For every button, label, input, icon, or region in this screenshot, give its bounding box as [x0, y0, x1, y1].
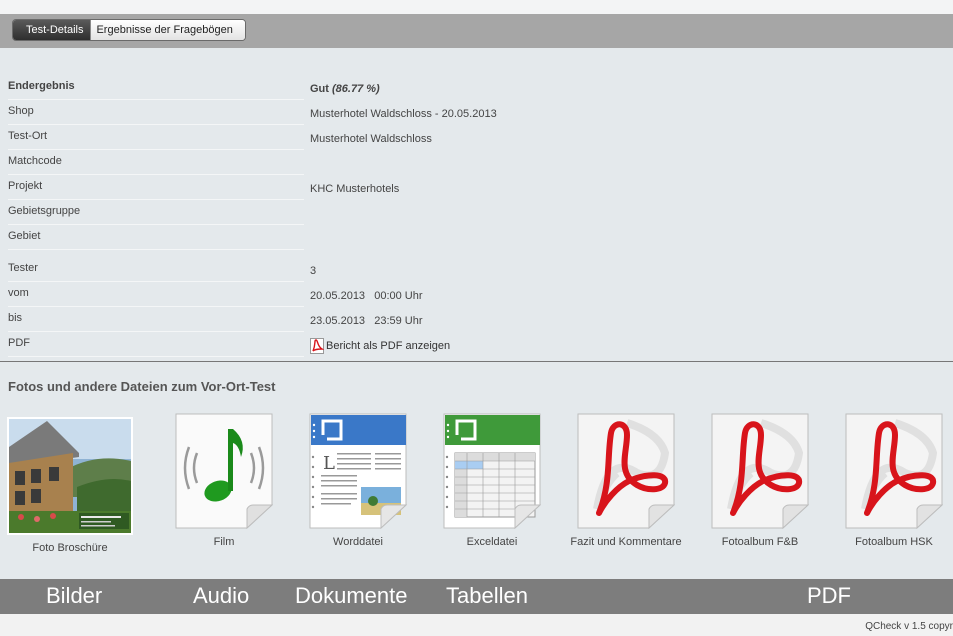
- file-worddatei[interactable]: L Worddatei: [291, 413, 425, 548]
- detail-value: Musterhotel Waldschloss - 20.05.2013: [310, 108, 497, 120]
- tab-test-details[interactable]: Test-Details: [13, 20, 91, 40]
- result-grade: Gut: [310, 83, 329, 95]
- detail-row-tester: Tester 3: [0, 257, 953, 282]
- detail-row-projekt: Projekt KHC Musterhotels: [0, 175, 953, 200]
- detail-label: Endergebnis: [8, 75, 304, 100]
- svg-text:L: L: [323, 453, 335, 474]
- section-divider: [0, 361, 953, 362]
- detail-value: 20.05.2013 00:00 Uhr: [310, 290, 423, 302]
- spreadsheet-icon: [443, 413, 542, 530]
- toolbar: Test-Details Ergebnisse der Fragebögen: [0, 14, 953, 48]
- file-caption: Fazit und Kommentare: [570, 536, 682, 548]
- pdf-link-label: Bericht als PDF anzeigen: [326, 340, 451, 352]
- detail-value: KHC Musterhotels: [310, 183, 400, 195]
- tab-questionnaire-results[interactable]: Ergebnisse der Fragebögen: [90, 20, 245, 40]
- result-percent: (86.77 %): [332, 83, 380, 95]
- segmented-tabs: Test-Details Ergebnisse der Fragebögen: [12, 19, 246, 41]
- detail-value: Bericht als PDF anzeigen: [310, 334, 450, 358]
- file-caption: Worddatei: [333, 536, 383, 548]
- file-caption: Exceldatei: [466, 536, 518, 548]
- detail-row-gebiet: Gebiet: [0, 225, 953, 250]
- file-fazit-und-kommentare[interactable]: Fazit und Kommentare: [559, 413, 693, 548]
- detail-value: Gut (86.77 %): [310, 77, 380, 101]
- footer: QCheck v 1.5 copyr: [0, 614, 953, 636]
- detail-row-gebietsgruppe: Gebietsgruppe: [0, 200, 953, 225]
- detail-label: Shop: [8, 100, 304, 125]
- file-fotoalbum-fb[interactable]: Fotoalbum F&B: [693, 413, 827, 548]
- files-section-title: Fotos und andere Dateien zum Vor-Ort-Tes…: [8, 379, 276, 394]
- detail-label: Gebiet: [8, 225, 304, 250]
- detail-label: vom: [8, 282, 304, 307]
- category-tabellen[interactable]: Tabellen: [446, 583, 528, 609]
- file-film[interactable]: Film: [157, 413, 291, 548]
- detail-row-bis: bis 23.05.2013 23:59 Uhr: [0, 307, 953, 332]
- pdf-report-link[interactable]: Bericht als PDF anzeigen: [310, 334, 450, 358]
- category-pdf[interactable]: PDF: [807, 583, 851, 609]
- detail-row-matchcode: Matchcode: [0, 150, 953, 175]
- detail-label: Test-Ort: [8, 125, 304, 150]
- photo-thumbnail: [7, 417, 133, 535]
- pdf-icon: [845, 413, 944, 530]
- version-text: QCheck v 1.5 copyr: [865, 621, 953, 632]
- detail-row-endergebnis: Endergebnis Gut (86.77 %): [0, 75, 953, 100]
- detail-label: Gebietsgruppe: [8, 200, 304, 225]
- detail-value: Musterhotel Waldschloss: [310, 133, 432, 145]
- document-icon: L: [309, 413, 408, 530]
- pdf-icon: [310, 338, 325, 354]
- category-audio[interactable]: Audio: [193, 583, 249, 609]
- detail-row-vom: vom 20.05.2013 00:00 Uhr: [0, 282, 953, 307]
- top-strip: [0, 0, 953, 14]
- detail-row-shop: Shop Musterhotel Waldschloss - 20.05.201…: [0, 100, 953, 125]
- detail-label: Projekt: [8, 175, 304, 200]
- detail-row-pdf: PDF Bericht als PDF anzeigen: [0, 332, 953, 357]
- detail-row-test-ort: Test-Ort Musterhotel Waldschloss: [0, 125, 953, 150]
- detail-label: bis: [8, 307, 304, 332]
- detail-label: Tester: [8, 257, 304, 282]
- file-caption: Fotoalbum F&B: [721, 536, 799, 548]
- pdf-icon: [711, 413, 810, 530]
- pdf-icon: [577, 413, 676, 530]
- file-caption: Film: [213, 536, 235, 548]
- file-fotoalbum-hsk[interactable]: Fotoalbum HSK: [827, 413, 953, 548]
- category-bar: Bilder Audio Dokumente Tabellen PDF: [0, 579, 953, 614]
- detail-value: 23.05.2013 23:59 Uhr: [310, 315, 423, 327]
- detail-label: PDF: [8, 332, 304, 357]
- detail-label: Matchcode: [8, 150, 304, 175]
- file-foto-broschuere[interactable]: Foto Broschüre: [3, 413, 137, 554]
- category-bilder[interactable]: Bilder: [46, 583, 102, 609]
- detail-value: 3: [310, 265, 317, 277]
- file-caption: Foto Broschüre: [32, 542, 108, 554]
- music-note-icon: [175, 413, 274, 530]
- file-caption: Fotoalbum HSK: [855, 536, 933, 548]
- category-dokumente[interactable]: Dokumente: [295, 583, 408, 609]
- file-exceldatei[interactable]: Exceldatei: [425, 413, 559, 548]
